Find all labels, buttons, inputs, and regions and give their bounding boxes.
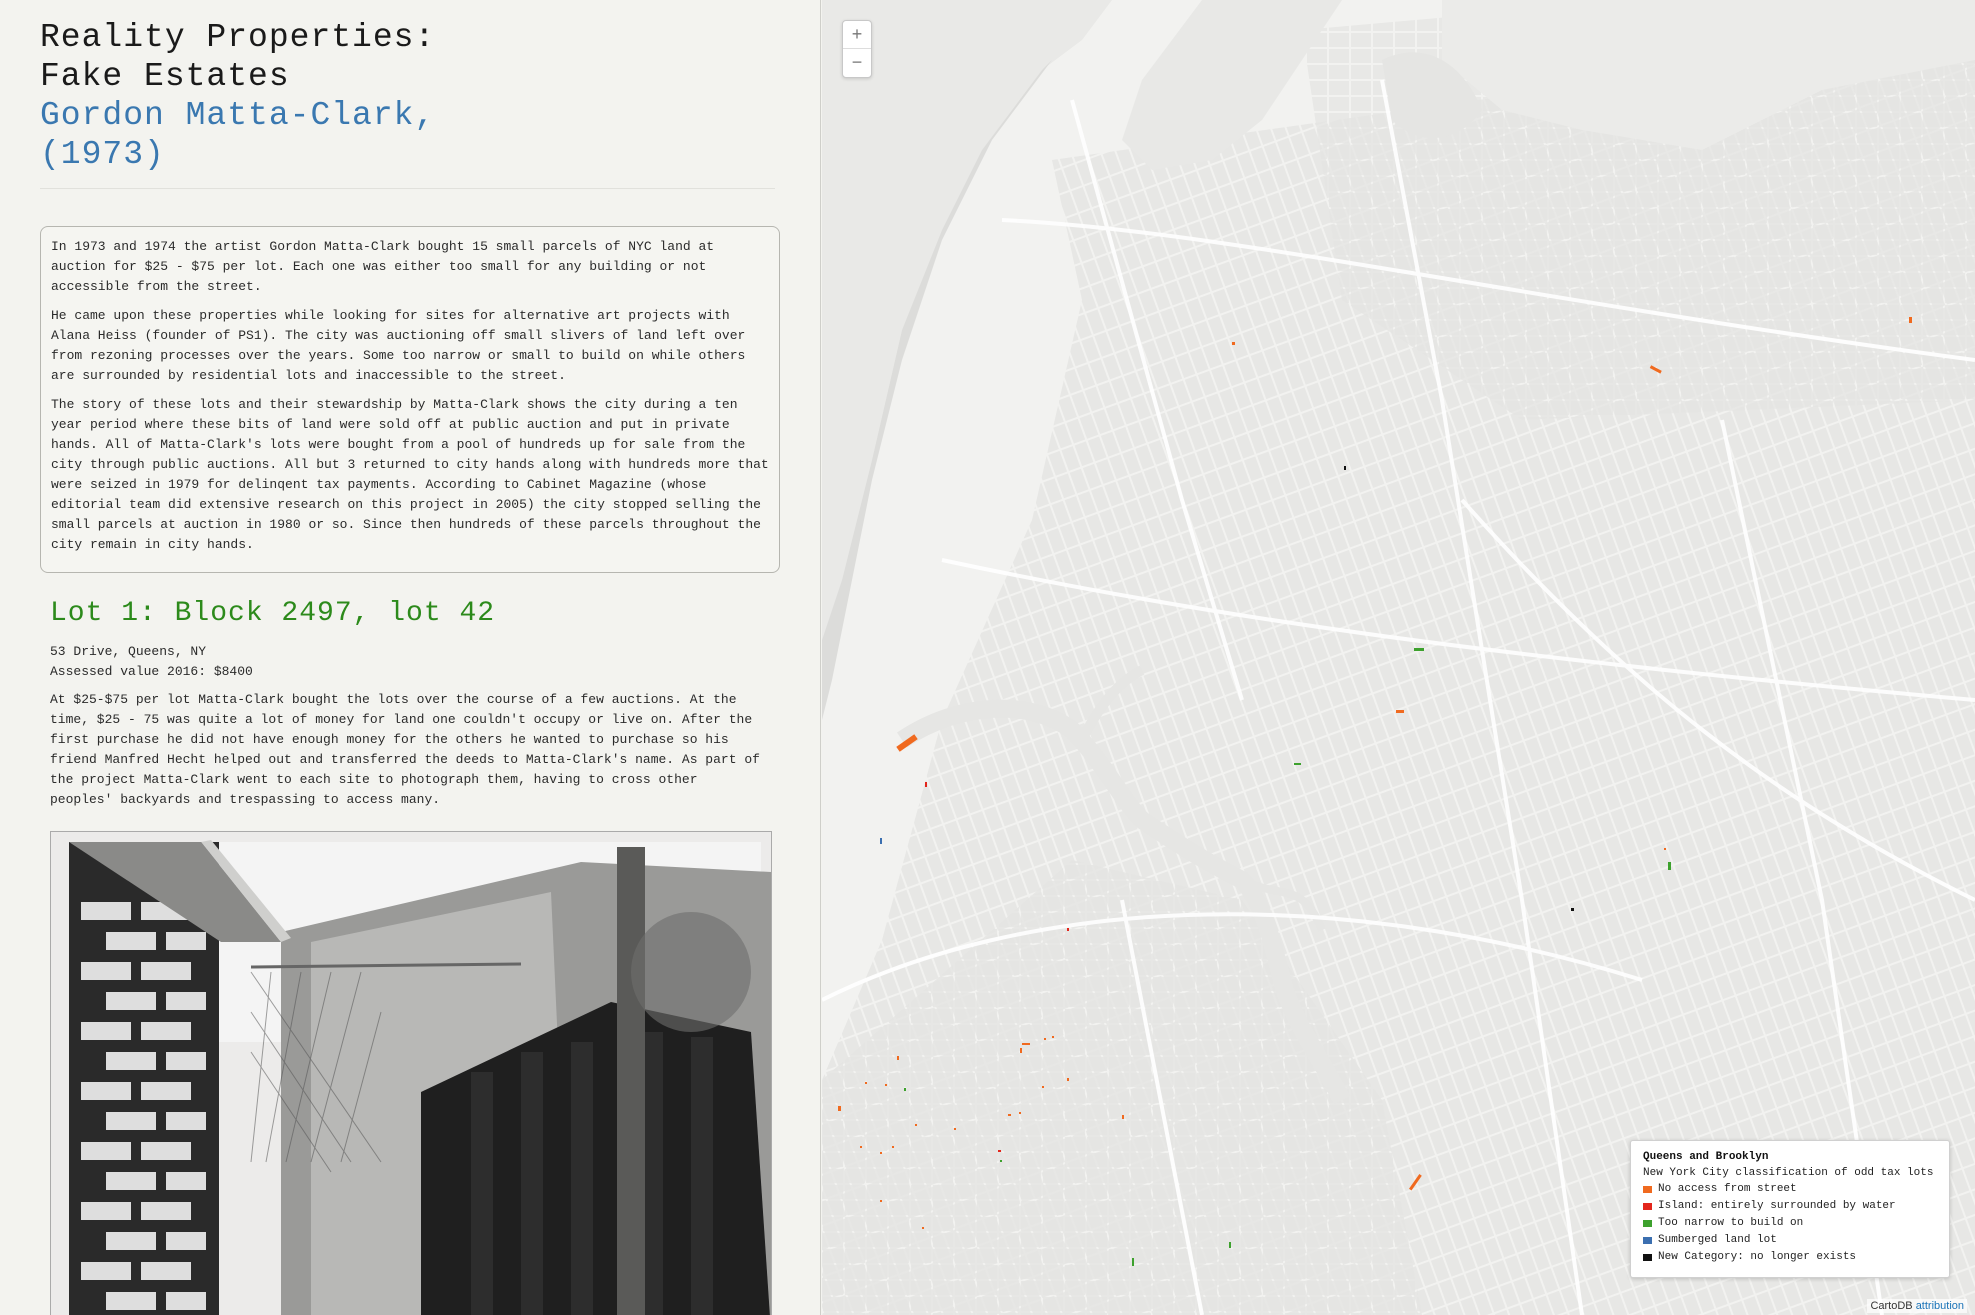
- attribution-text: CartoDB: [1870, 1300, 1913, 1312]
- lot-address: 53 Drive, Queens, NY: [50, 644, 207, 659]
- legend-swatch: [1643, 1254, 1652, 1261]
- lot-meta: 53 Drive, Queens, NY Assessed value 2016…: [50, 642, 253, 682]
- zoom-in-button[interactable]: +: [843, 21, 871, 49]
- title-line-1: Reality Properties:: [40, 19, 436, 56]
- legend-title: Queens and Brooklyn: [1643, 1151, 1769, 1163]
- intro-paragraph: The story of these lots and their stewar…: [51, 397, 769, 552]
- legend-swatch: [1643, 1186, 1652, 1193]
- legend-item-new-category: New Category: no longer exists: [1643, 1249, 1937, 1266]
- title-line-2: Fake Estates: [40, 58, 290, 95]
- artist-line-2: (1973): [40, 136, 165, 173]
- lot-photo: [50, 831, 772, 1315]
- legend-label: Island: entirely surrounded by water: [1658, 1200, 1896, 1212]
- legend-item-too-narrow: Too narrow to build on: [1643, 1215, 1937, 1232]
- lot-description: At $25-$75 per lot Matta-Clark bought th…: [50, 692, 760, 807]
- lot-heading: Lot 1: Block 2497, lot 42: [50, 598, 496, 629]
- legend-swatch: [1643, 1220, 1652, 1227]
- map-attribution: CartoDB attribution: [1867, 1299, 1967, 1313]
- legend-label: Sumberged land lot: [1658, 1234, 1777, 1246]
- lot-assessed-value: Assessed value 2016: $8400: [50, 664, 253, 679]
- intro-paragraph: He came upon these properties while look…: [51, 308, 746, 383]
- legend-label: No access from street: [1658, 1183, 1797, 1195]
- map-view[interactable]: + − Queens and Brooklyn New York City cl…: [822, 0, 1975, 1315]
- legend-subtitle: New York City classification of odd tax …: [1643, 1167, 1934, 1179]
- legend-item-no-access: No access from street: [1643, 1181, 1937, 1198]
- legend-label: Too narrow to build on: [1658, 1217, 1804, 1229]
- legend-swatch: [1643, 1237, 1652, 1244]
- artist-line-1: Gordon Matta-Clark,: [40, 97, 436, 134]
- zoom-out-button[interactable]: −: [843, 49, 871, 76]
- intro-paragraph: In 1973 and 1974 the artist Gordon Matta…: [51, 239, 715, 294]
- legend-item-submerged: Sumberged land lot: [1643, 1232, 1937, 1249]
- map-legend: Queens and Brooklyn New York City classi…: [1630, 1140, 1950, 1278]
- legend-swatch: [1643, 1203, 1652, 1210]
- intro-box: In 1973 and 1974 the artist Gordon Matta…: [40, 226, 780, 573]
- legend-item-island: Island: entirely surrounded by water: [1643, 1198, 1937, 1215]
- zoom-control: + −: [842, 20, 872, 78]
- sidebar-panel: Reality Properties: Fake Estates Gordon …: [0, 0, 821, 1315]
- attribution-link[interactable]: attribution: [1916, 1300, 1964, 1312]
- page-title: Reality Properties: Fake Estates Gordon …: [40, 18, 775, 189]
- legend-label: New Category: no longer exists: [1658, 1251, 1857, 1263]
